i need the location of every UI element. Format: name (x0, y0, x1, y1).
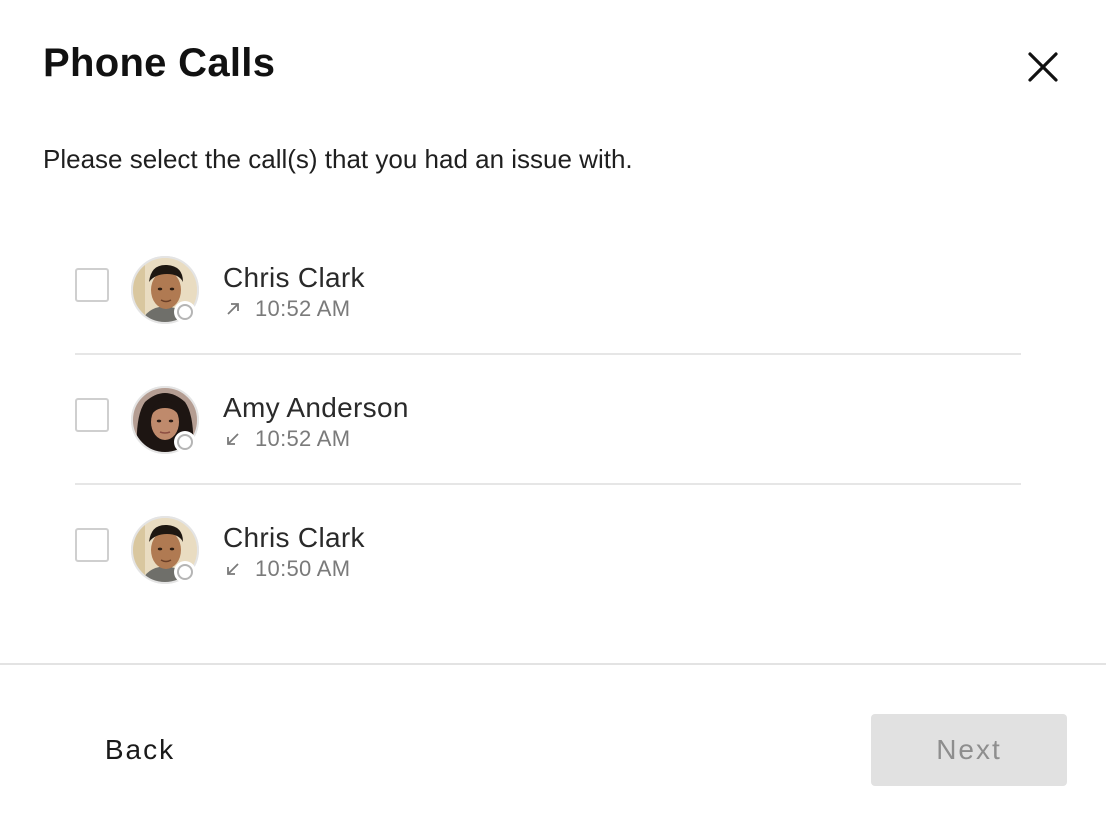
call-checkbox[interactable] (75, 528, 109, 562)
call-list: Chris Clark 10:52 AM Amy Anderson 10:52 … (75, 225, 1021, 615)
next-button[interactable]: Next (871, 714, 1067, 786)
call-row[interactable]: Amy Anderson 10:52 AM (75, 355, 1021, 485)
call-time: 10:52 AM (255, 426, 351, 451)
call-checkbox[interactable] (75, 268, 109, 302)
phone-calls-dialog: Phone Calls Please select the call(s) th… (0, 0, 1106, 828)
arrow-up-right-icon (225, 301, 241, 317)
call-time: 10:52 AM (255, 296, 351, 321)
call-row[interactable]: Chris Clark 10:50 AM (75, 485, 1021, 615)
contact-name: Chris Clark (223, 522, 365, 553)
call-meta: 10:50 AM (225, 555, 350, 583)
call-time: 10:50 AM (255, 556, 351, 581)
presence-status-icon (174, 301, 196, 323)
presence-status-icon (174, 431, 196, 453)
call-meta: 10:52 AM (225, 295, 350, 323)
instructions-text: Please select the call(s) that you had a… (43, 144, 633, 174)
call-meta: 10:52 AM (225, 425, 350, 453)
back-button[interactable]: Back (88, 714, 192, 786)
dialog-title: Phone Calls (43, 41, 276, 85)
close-button[interactable] (1020, 44, 1066, 90)
footer-divider (0, 663, 1106, 665)
contact-name: Chris Clark (223, 262, 365, 293)
call-row[interactable]: Chris Clark 10:52 AM (75, 225, 1021, 355)
contact-name: Amy Anderson (223, 392, 409, 423)
arrow-down-left-icon (225, 431, 241, 447)
close-icon (1028, 52, 1058, 82)
presence-status-icon (174, 561, 196, 583)
call-checkbox[interactable] (75, 398, 109, 432)
arrow-down-left-icon (225, 561, 241, 577)
